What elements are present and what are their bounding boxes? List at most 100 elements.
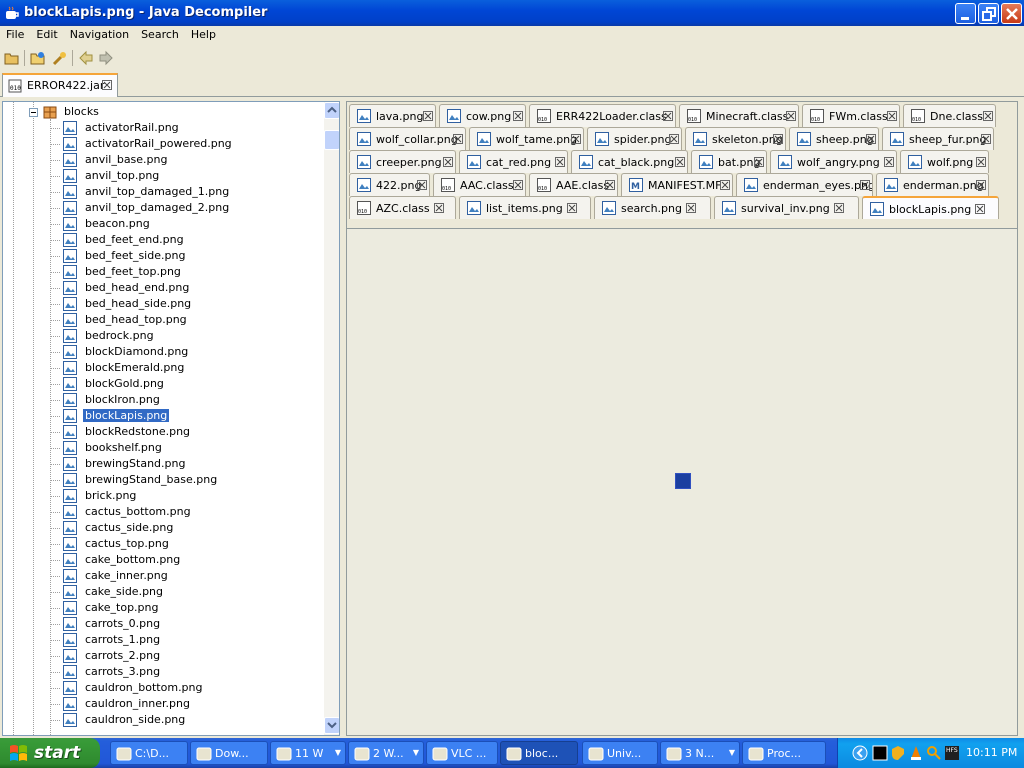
- tree-item[interactable]: anvil_top.png: [63, 168, 323, 184]
- tree-item[interactable]: bed_head_end.png: [63, 280, 323, 296]
- tree-folder-blocks[interactable]: blocks: [29, 104, 129, 120]
- close-tab-icon[interactable]: [102, 80, 112, 90]
- tree-item[interactable]: blockGold.png: [63, 376, 323, 392]
- taskbar-button[interactable]: bloc...: [500, 741, 578, 765]
- close-tab-icon[interactable]: [983, 111, 993, 121]
- editor-tab[interactable]: creeper.png: [349, 150, 456, 173]
- scroll-thumb[interactable]: [324, 130, 339, 150]
- editor-tab[interactable]: M MANIFEST.MF: [621, 173, 733, 196]
- tree-item[interactable]: blockIron.png: [63, 392, 323, 408]
- close-tab-icon[interactable]: [786, 111, 796, 121]
- editor-tab[interactable]: wolf_angry.png: [770, 150, 897, 173]
- editor-tab[interactable]: 010 AZC.class: [349, 196, 456, 219]
- close-tab-icon[interactable]: [975, 204, 985, 214]
- close-tab-icon[interactable]: [675, 157, 685, 167]
- tree-item[interactable]: blockRedstone.png: [63, 424, 323, 440]
- close-button[interactable]: [1001, 3, 1022, 24]
- file-tree[interactable]: blocks activatorRail.png activatorRail_pow…: [2, 101, 340, 736]
- close-tab-icon[interactable]: [605, 180, 615, 190]
- title-bar[interactable]: blockLapis.png - Java Decompiler: [0, 0, 1024, 26]
- menu-navigation[interactable]: Navigation: [64, 26, 135, 41]
- tree-item[interactable]: activatorRail.png: [63, 120, 323, 136]
- close-tab-icon[interactable]: [686, 203, 696, 213]
- editor-tab[interactable]: cat_black.png: [571, 150, 688, 173]
- tree-item[interactable]: cauldron_inner.png: [63, 696, 323, 712]
- menu-help[interactable]: Help: [185, 26, 222, 41]
- tree-item[interactable]: bedrock.png: [63, 328, 323, 344]
- tree-item[interactable]: bed_feet_end.png: [63, 232, 323, 248]
- taskbar-button[interactable]: C:\D...: [110, 741, 188, 765]
- tree-item[interactable]: cake_inner.png: [63, 568, 323, 584]
- tree-item[interactable]: anvil_base.png: [63, 152, 323, 168]
- taskbar-button[interactable]: Dow...: [190, 741, 268, 765]
- close-tab-icon[interactable]: [884, 157, 894, 167]
- chevron-left-icon[interactable]: [852, 745, 868, 761]
- tree-item[interactable]: cactus_top.png: [63, 536, 323, 552]
- close-tab-icon[interactable]: [513, 111, 523, 121]
- editor-tab[interactable]: enderman_eyes.png: [736, 173, 873, 196]
- editor-tab[interactable]: 422.png: [349, 173, 430, 196]
- editor-tab[interactable]: spider.png: [587, 127, 682, 150]
- editor-tab[interactable]: search.png: [594, 196, 711, 219]
- close-tab-icon[interactable]: [555, 157, 565, 167]
- tree-item[interactable]: blockDiamond.png: [63, 344, 323, 360]
- tree-item[interactable]: cake_bottom.png: [63, 552, 323, 568]
- editor-tab[interactable]: bat.png: [691, 150, 767, 173]
- tree-item[interactable]: bed_feet_top.png: [63, 264, 323, 280]
- menu-search[interactable]: Search: [135, 26, 185, 41]
- tree-scrollbar[interactable]: [324, 102, 339, 735]
- editor-tab[interactable]: 010 Dne.class: [903, 104, 996, 127]
- editor-tab[interactable]: wolf_tame.png: [469, 127, 584, 150]
- scroll-up-button[interactable]: [324, 102, 339, 119]
- shield-icon[interactable]: [890, 745, 906, 761]
- close-tab-icon[interactable]: [443, 157, 453, 167]
- collapse-toggle-icon[interactable]: [29, 108, 38, 117]
- forward-arrow-icon[interactable]: [98, 50, 114, 66]
- close-tab-icon[interactable]: [567, 203, 577, 213]
- editor-tab[interactable]: 010 FWm.class: [802, 104, 900, 127]
- close-tab-icon[interactable]: [976, 157, 986, 167]
- taskbar-button[interactable]: Univ...: [582, 741, 658, 765]
- tree-item[interactable]: activatorRail_powered.png: [63, 136, 323, 152]
- editor-tab[interactable]: 010 Minecraft.class: [679, 104, 799, 127]
- tree-item[interactable]: carrots_3.png: [63, 664, 323, 680]
- menu-file[interactable]: File: [0, 26, 30, 41]
- tree-item[interactable]: cactus_bottom.png: [63, 504, 323, 520]
- terminal-icon[interactable]: [872, 745, 888, 761]
- close-tab-icon[interactable]: [834, 203, 844, 213]
- tree-item[interactable]: brewingStand_base.png: [63, 472, 323, 488]
- taskbar-button[interactable]: VLC ...: [426, 741, 498, 765]
- file-tab-error422[interactable]: 010 ERROR422.jar: [2, 73, 118, 97]
- vlc-icon[interactable]: [908, 745, 924, 761]
- close-tab-icon[interactable]: [976, 180, 986, 190]
- taskbar-button[interactable]: 3 N... ▼: [660, 741, 740, 765]
- editor-tab[interactable]: skeleton.png: [685, 127, 786, 150]
- editor-tab[interactable]: enderman.png: [876, 173, 989, 196]
- tree-item[interactable]: cake_top.png: [63, 600, 323, 616]
- tree-item[interactable]: bed_head_side.png: [63, 296, 323, 312]
- magnifier-icon[interactable]: [926, 745, 942, 761]
- tree-item[interactable]: carrots_2.png: [63, 648, 323, 664]
- editor-tab[interactable]: cow.png: [439, 104, 526, 127]
- close-tab-icon[interactable]: [887, 111, 897, 121]
- tree-item[interactable]: cauldron_bottom.png: [63, 680, 323, 696]
- tree-item[interactable]: cauldron_side.png: [63, 712, 323, 728]
- close-tab-icon[interactable]: [720, 180, 730, 190]
- search-icon[interactable]: [52, 50, 68, 66]
- back-arrow-icon[interactable]: [78, 50, 94, 66]
- tree-item[interactable]: blockLapis.png: [63, 408, 323, 424]
- tree-item[interactable]: blockEmerald.png: [63, 360, 323, 376]
- tree-item[interactable]: beacon.png: [63, 216, 323, 232]
- editor-tab[interactable]: wolf.png: [900, 150, 989, 173]
- open-folder-icon[interactable]: [30, 50, 46, 66]
- minimize-button[interactable]: [955, 3, 976, 24]
- tree-item[interactable]: cake_side.png: [63, 584, 323, 600]
- tree-item[interactable]: carrots_1.png: [63, 632, 323, 648]
- taskbar-button[interactable]: 11 W ▼: [270, 741, 346, 765]
- close-tab-icon[interactable]: [417, 180, 427, 190]
- start-button[interactable]: start: [0, 738, 100, 768]
- close-tab-icon[interactable]: [453, 134, 463, 144]
- tree-item[interactable]: carrots_0.png: [63, 616, 323, 632]
- tree-item[interactable]: bed_head_top.png: [63, 312, 323, 328]
- editor-tab[interactable]: sheep_fur.png: [882, 127, 994, 150]
